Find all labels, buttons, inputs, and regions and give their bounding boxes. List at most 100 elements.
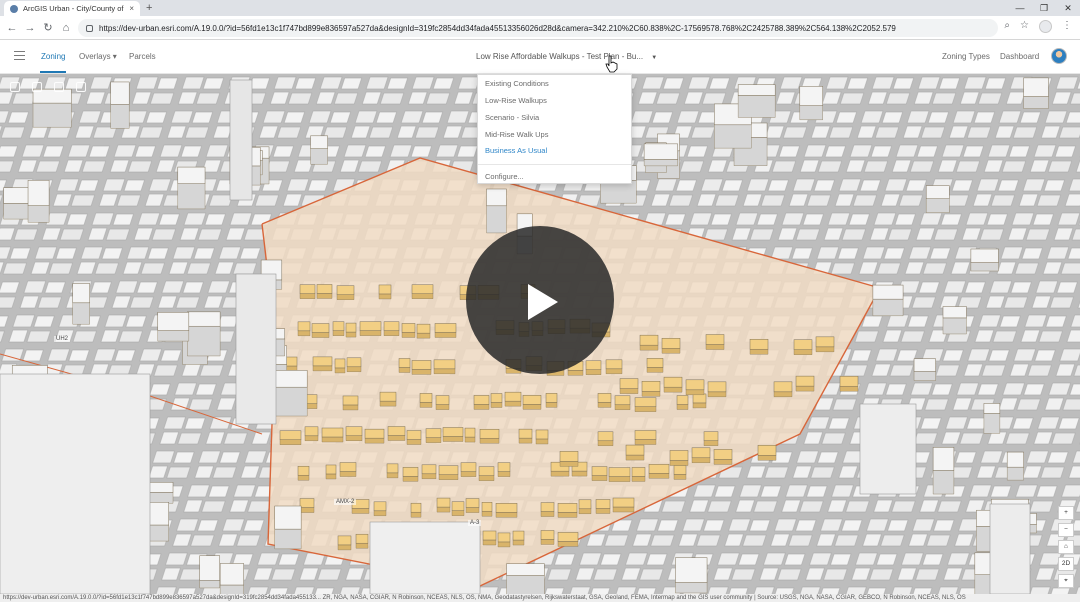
zoning-building-side [378, 293, 392, 300]
hamburger-menu-icon[interactable] [14, 51, 25, 60]
tab-zoning[interactable]: Zoning [41, 52, 65, 61]
zoning-building-side [421, 473, 437, 479]
browser-tab[interactable]: ArcGIS Urban - City/County of H × [4, 1, 140, 16]
zoning-building [332, 321, 345, 331]
zoning-building-side [705, 344, 725, 350]
zoning-building-side [304, 435, 319, 441]
zoning-building [815, 336, 835, 348]
zoning-building-side [297, 330, 311, 337]
zoning-building [436, 497, 451, 508]
profile-icon[interactable] [1039, 20, 1052, 33]
zoning-building-side [336, 294, 355, 300]
zoning-building-side [325, 473, 337, 480]
zoning-building [359, 321, 382, 331]
close-window-button[interactable]: ✕ [1056, 0, 1080, 16]
forward-arrow-icon[interactable]: → [22, 20, 38, 36]
building [799, 86, 823, 106]
zoning-building-side [299, 507, 315, 513]
zoning-types-link[interactable]: Zoning Types [942, 52, 990, 61]
avatar[interactable] [1051, 48, 1067, 64]
building-side [157, 330, 190, 342]
home-icon[interactable]: ⌂ [58, 20, 74, 36]
menu-item-existing-conditions[interactable]: Existing Conditions [485, 79, 549, 88]
zoning-building-side [433, 368, 456, 375]
zoning-building [336, 285, 355, 295]
building-side [737, 95, 776, 118]
building [1006, 451, 1024, 468]
menu-item-scenario-silvia[interactable]: Scenario - Silvia [485, 113, 539, 122]
zoning-building-side [597, 440, 614, 446]
menu-item-low-rise-walkups[interactable]: Low-Rise Walkups [485, 96, 547, 105]
toggle-2d-button[interactable]: 2D [1058, 557, 1074, 571]
zoning-building-side [497, 471, 511, 477]
address-bar[interactable]: https://dev-urban.esri.com/A.19.0.0/?id=… [78, 19, 998, 37]
zoning-building [478, 466, 495, 476]
tab-overlays-label: Overlays [79, 52, 111, 61]
zoning-building-side [540, 511, 555, 517]
design-selector[interactable]: Low Rise Affordable Walkups - Test Plan … [476, 52, 657, 61]
minimize-button[interactable]: — [1008, 0, 1032, 16]
building-side [675, 582, 708, 594]
video-play-button[interactable] [466, 226, 614, 374]
bookmark-star-icon[interactable]: ☆ [1020, 20, 1029, 33]
zoom-out-button[interactable]: − [1058, 523, 1074, 537]
zoning-building [749, 338, 769, 350]
tab-close-icon[interactable]: × [129, 4, 134, 13]
reload-icon[interactable]: ↻ [40, 20, 56, 36]
chevron-down-icon: ▾ [112, 52, 117, 61]
active-tab-indicator [40, 71, 66, 73]
menu-item-mid-rise-walk-ups[interactable]: Mid-Rise Walk Ups [485, 130, 548, 139]
kebab-menu-icon[interactable]: ⋮ [1062, 20, 1072, 33]
zoning-building-side [482, 539, 497, 546]
zoning-building [535, 429, 549, 440]
building-side [187, 326, 221, 357]
zoning-building-side [619, 388, 639, 394]
zoning-building [673, 465, 687, 475]
erase-tool-icon[interactable] [76, 82, 86, 92]
zoning-building [304, 426, 319, 437]
building-side [219, 584, 244, 594]
browser-tab-bar: ArcGIS Urban - City/County of H × + — ❐ … [0, 0, 1080, 16]
new-tab-button[interactable]: + [146, 1, 152, 15]
building-side [932, 470, 955, 495]
zoom-in-button[interactable]: + [1058, 506, 1074, 520]
back-arrow-icon[interactable]: ← [4, 20, 20, 36]
zoning-building-side [398, 367, 411, 373]
zoning-building [495, 503, 518, 513]
menu-item-business-as-usual[interactable]: Business As Usual [485, 146, 547, 155]
zoning-building [460, 462, 477, 472]
home-view-button[interactable]: ⌂ [1058, 540, 1074, 554]
zoning-building [442, 427, 464, 437]
zoning-building-side [631, 476, 646, 482]
building-side [310, 148, 328, 165]
zoning-building [676, 395, 689, 405]
zoning-building [345, 426, 363, 436]
zoning-building-side [578, 508, 592, 514]
menu-item-configure[interactable]: Configure... [485, 172, 524, 181]
select-tool-icon[interactable] [10, 82, 20, 92]
map-toolbar [10, 82, 86, 92]
zoning-building [386, 463, 399, 474]
zoom-icon[interactable]: ⌕ [1004, 20, 1010, 33]
tab-parcels[interactable]: Parcels [129, 52, 156, 61]
building [1023, 77, 1049, 97]
zoning-building [634, 397, 657, 407]
maximize-button[interactable]: ❐ [1032, 0, 1056, 16]
zoning-building [373, 501, 387, 512]
zoning-building [703, 431, 719, 441]
zoning-building-side [481, 511, 493, 517]
zoning-building-side [464, 436, 476, 443]
zoning-building-side [614, 404, 631, 410]
draw-tool-icon[interactable] [32, 82, 42, 92]
zoning-building [578, 499, 592, 510]
dashboard-link[interactable]: Dashboard [1000, 52, 1039, 61]
compass-icon[interactable]: ⌖ [1058, 574, 1074, 588]
zoning-building [337, 535, 352, 546]
polygon-tool-icon[interactable] [54, 82, 64, 92]
large-building [369, 521, 481, 594]
tab-overlays[interactable]: Overlays ▾ [79, 52, 117, 61]
zoning-building-side [815, 346, 835, 353]
zoning-building [433, 359, 456, 370]
zoning-building-side [434, 332, 457, 338]
zoning-building [839, 375, 859, 387]
